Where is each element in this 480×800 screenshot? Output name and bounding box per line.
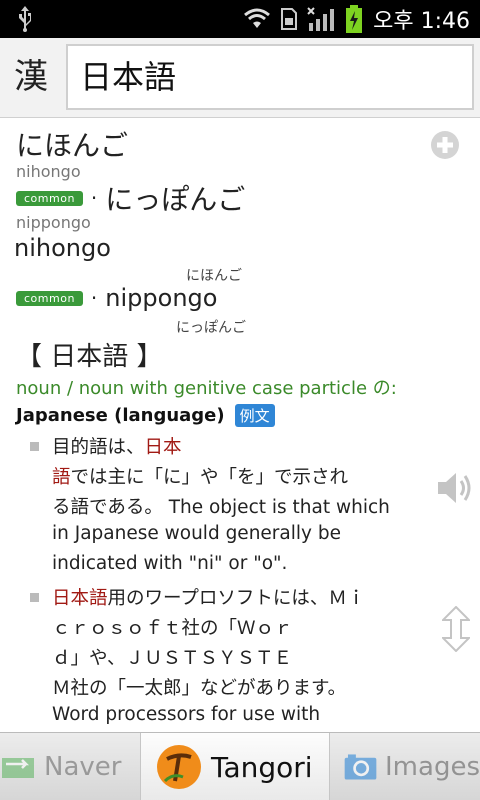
speaker-icon[interactable]	[436, 470, 476, 506]
usb-icon	[19, 6, 31, 32]
search-input[interactable]: 日本語	[66, 44, 474, 110]
add-plus-icon[interactable]	[430, 130, 460, 160]
furigana-bottom: にっぽんご	[176, 320, 246, 336]
search-header: 漢 日本語	[0, 38, 480, 118]
example-sentences-button[interactable]: 例文	[234, 404, 275, 427]
common-badge: common	[16, 190, 83, 206]
bullet-marker	[30, 593, 39, 602]
reading-kana: にほんご	[16, 129, 129, 162]
kanji-lookup-button[interactable]: 漢	[8, 52, 54, 102]
romaji-reading-alt: nippongo	[105, 284, 218, 312]
status-bar: 오후 1:46	[0, 0, 480, 38]
example-line: る語である。 The object is that which	[52, 497, 390, 518]
tab-naver[interactable]: Naver	[0, 733, 140, 800]
romaji-reading: nihongo	[14, 234, 111, 262]
resize-vertical-icon[interactable]	[442, 606, 470, 652]
separator-dot: ·	[90, 286, 98, 310]
naver-icon	[2, 758, 34, 778]
part-of-speech: noun / noun with genitive case particle …	[16, 378, 397, 399]
common-badge: common	[16, 290, 83, 306]
status-time: 오후 1:46	[373, 9, 470, 34]
wifi-icon	[244, 8, 271, 28]
signal-icon	[307, 7, 335, 31]
tab-tangori[interactable]: Tangori	[140, 733, 330, 800]
gloss: Japanese (language)	[16, 405, 225, 426]
furigana-top: にほんご	[186, 268, 242, 284]
tab-images-label: Images	[385, 752, 480, 782]
sim-card-icon	[281, 8, 298, 30]
reading-kana-alt: にっぽんご	[105, 183, 246, 216]
separator-dot: ·	[90, 186, 98, 210]
dictionary-entry[interactable]: にほんご nihongo common · にっぽんご nippongo nih…	[0, 118, 480, 732]
example-line: Word processors for use with	[52, 704, 321, 725]
example-line: ｃｒｏｓｏｆｔ社の「Ｗｏｒ	[52, 618, 293, 639]
camera-icon	[344, 754, 377, 780]
example-line: ｄ」や、ＪＵＳＴＳＹＳＴＥ	[52, 648, 292, 669]
tab-images[interactable]: Images	[330, 733, 480, 800]
bottom-tab-bar: Naver Tangori Images	[0, 732, 480, 800]
reading-romaji-alt: nippongo	[16, 213, 91, 232]
bullet-marker	[30, 442, 39, 451]
tangori-icon	[157, 745, 201, 789]
example-line: in Japanese would generally be	[52, 523, 341, 544]
example-line: 日本語用のワープロソフトには、Ｍｉ	[52, 588, 366, 609]
headword: 【 日本語 】	[16, 342, 163, 372]
example-line: Ｍ社の「一太郎」などがあります。	[52, 678, 347, 699]
battery-charging-icon	[346, 5, 363, 33]
example-line: indicated with "ni" or "o".	[52, 553, 288, 574]
example-line: 目的語は、日本	[52, 437, 182, 458]
tab-tangori-label: Tangori	[211, 750, 313, 784]
example-line: 語では主に「に」や「を」で示され	[52, 467, 349, 488]
tab-naver-label: Naver	[44, 752, 122, 782]
